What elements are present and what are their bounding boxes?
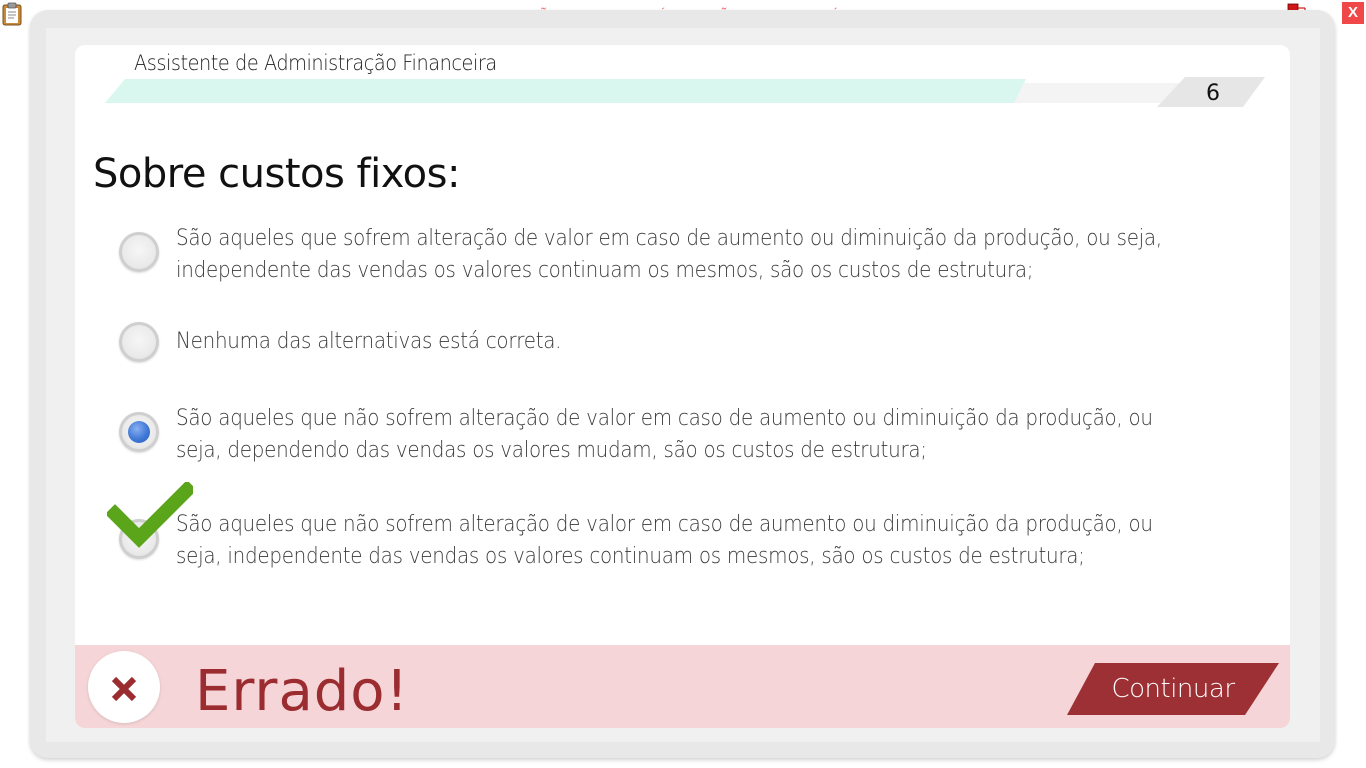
answer-option-text: São aqueles que não sofrem alteração de … — [176, 512, 1153, 569]
x-mark-icon — [111, 676, 137, 702]
progress-bar: 6 — [105, 77, 1265, 107]
answer-option-text: São aqueles que não sofrem alteração de … — [176, 406, 1153, 463]
close-window-button[interactable]: X — [1342, 2, 1364, 24]
question-number: 6 — [1206, 81, 1220, 106]
continue-button[interactable]: Continuar — [1065, 661, 1281, 717]
answer-option-1[interactable]: São aqueles que sofrem alteração de valo… — [115, 220, 1255, 290]
question-text: Sobre custos fixos: — [93, 151, 460, 197]
progress-bar-fill — [105, 79, 1026, 103]
radio-button[interactable] — [119, 322, 159, 362]
answer-option-4[interactable]: São aqueles que não sofrem alteração de … — [115, 506, 1255, 576]
feedback-bar: Errado! Continuar — [75, 645, 1290, 728]
continue-button-label: Continuar — [1111, 674, 1235, 704]
wrong-answer-badge — [88, 651, 160, 723]
answer-option-text: São aqueles que sofrem alteração de valo… — [176, 226, 1162, 283]
answer-option-3[interactable]: São aqueles que não sofrem alteração de … — [115, 400, 1255, 470]
quiz-card: Assistente de Administração Financeira 6… — [75, 45, 1290, 728]
radio-button[interactable] — [119, 232, 159, 272]
answer-option-text: Nenhuma das alternativas está correta. — [176, 329, 562, 354]
radio-selected-dot — [128, 421, 150, 443]
clipboard-icon[interactable] — [2, 2, 22, 26]
checkmark-icon — [105, 480, 197, 554]
result-text: Errado! — [195, 659, 410, 724]
radio-button-selected[interactable] — [119, 412, 159, 452]
app-title: Assistente de Administração Financeira — [134, 51, 497, 75]
answer-option-2[interactable]: Nenhuma das alternativas está correta. — [115, 320, 1255, 370]
